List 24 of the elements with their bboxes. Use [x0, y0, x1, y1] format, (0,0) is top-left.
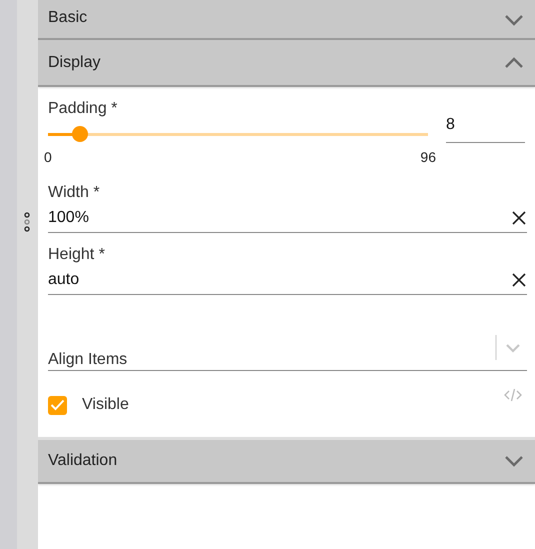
caret-icon[interactable]	[505, 342, 521, 354]
checkbox-label: Visible	[82, 395, 129, 415]
checkbox[interactable]	[48, 396, 67, 414]
slider-max: 96	[420, 148, 436, 167]
field-label: Width *	[48, 183, 101, 203]
section-title: Basic	[48, 8, 88, 28]
slider-thumb[interactable]	[72, 126, 88, 142]
slider-min: 0	[44, 148, 52, 167]
clear-icon[interactable]	[511, 210, 527, 226]
separator-icon	[495, 335, 497, 360]
value-field[interactable]: 8	[446, 113, 525, 143]
clear-icon[interactable]	[511, 272, 527, 288]
field-label: Height *	[48, 245, 106, 265]
section-header[interactable]: Basic	[38, 0, 535, 40]
code-icon[interactable]	[503, 387, 523, 403]
input-field[interactable]: auto	[48, 265, 527, 295]
section-title: Display	[48, 52, 100, 72]
field-label: Padding *	[48, 99, 118, 119]
drag-handle-icon[interactable]	[24, 212, 30, 232]
section-header[interactable]: Display	[38, 40, 535, 87]
section-title: Validation	[48, 451, 118, 471]
section-header[interactable]: Validation	[38, 437, 535, 484]
input-field[interactable]: 100%	[48, 203, 527, 233]
select-field[interactable]: Align Items	[48, 335, 527, 371]
